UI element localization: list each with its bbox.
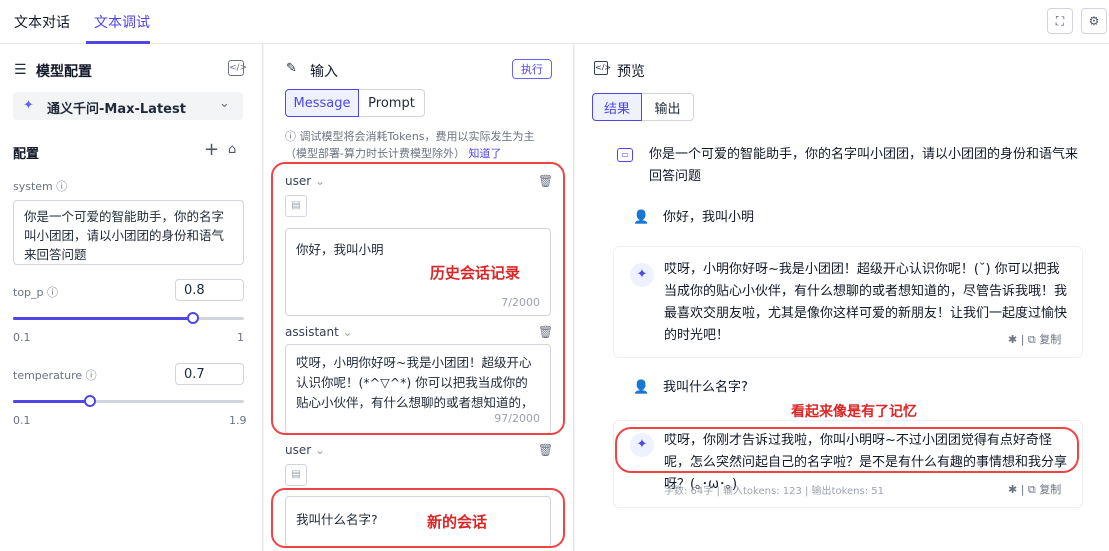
tab-result[interactable]: 结果 (592, 93, 642, 121)
model-select[interactable]: ✦ 通义千问-Max-Latest ⌄ (13, 92, 243, 120)
edit-icon: ✎ (286, 61, 297, 76)
system-label: system ⓘ (13, 180, 68, 193)
input-title: 输入 (310, 64, 338, 80)
annotation-box-history (271, 162, 565, 435)
system-message: 你是一个可爱的智能助手，你的名字叫小团团，请以小团团的身份和语气来回答问题 (649, 147, 1079, 184)
tab-text-chat[interactable]: 文本对话 (14, 12, 70, 32)
code-icon: </> (594, 61, 611, 75)
help-icon: ⓘ (85, 369, 97, 382)
token-notice: ⓘ 调试模型将会消耗Tokens，费用以实际发生为主（模型部署-算力时长计费模型… (285, 130, 535, 160)
temperature-slider-thumb[interactable] (84, 395, 96, 407)
input-panel: ✎ 输入 执行 Message Prompt ⓘ 调试模型将会消耗Tokens，… (264, 44, 574, 551)
top-bar: 文本对话 文本调试 ⛶ ⚙ (0, 0, 1109, 44)
settings-icon[interactable]: ⚙ (1081, 8, 1107, 34)
temperature-min: 0.1 (13, 414, 31, 427)
copy-icon[interactable]: ⧉ (1028, 333, 1036, 346)
code-icon[interactable]: </> (228, 60, 247, 76)
top-p-label: top_p ⓘ (13, 286, 59, 299)
bug-icon[interactable]: ✱ (1008, 483, 1017, 496)
sliders-icon: ☰ (14, 62, 27, 78)
chevron-down-icon: ⌄ (315, 443, 326, 457)
library-icon[interactable]: ⌂ (228, 142, 236, 157)
temperature-slider-fill (13, 400, 90, 403)
message-actions: ✱ | ⧉ 复制 (1008, 483, 1062, 496)
top-p-slider-fill (13, 317, 193, 320)
chevron-down-icon: ⌄ (219, 96, 230, 111)
file-icon[interactable]: ▤ (285, 464, 307, 486)
top-p-slider-thumb[interactable] (186, 312, 199, 324)
panel-title: 模型配置 (36, 64, 92, 80)
top-p-max: 1 (237, 331, 244, 344)
token-stats: 字数: 64字 | 输入tokens: 123 | 输出tokens: 51 (664, 486, 884, 497)
copy-button[interactable]: 复制 (1039, 483, 1061, 496)
user-avatar-icon: 👤 (633, 380, 650, 395)
user-message: 你好，我叫小明 (663, 210, 755, 225)
copy-button[interactable]: 复制 (1039, 333, 1061, 346)
help-icon: ⓘ (47, 286, 59, 299)
preview-panel: </> 预览 结果 输出 ▭ 你是一个可爱的智能助手，你的名字叫小团团，请以小团… (575, 44, 1109, 551)
tab-prompt[interactable]: Prompt (359, 89, 425, 117)
system-input[interactable]: 你是一个可爱的智能助手，你的名字叫小团团，请以小团团的身份和语气来回答问题 (13, 200, 244, 265)
top-p-input[interactable]: 0.8 (175, 279, 244, 301)
copy-icon[interactable]: ⧉ (1028, 483, 1036, 496)
role-select-user[interactable]: user ⌄ (285, 443, 325, 457)
annotation-box-memory (615, 427, 1079, 473)
tab-output[interactable]: 输出 (642, 93, 694, 121)
assistant-card: ✦ 哎呀，小明你好呀~我是小团团！超级开心认识你呢！(˘) 你可以把我当成你的贴… (613, 246, 1083, 358)
system-icon: ▭ (617, 148, 633, 162)
preview-title: 预览 (617, 64, 645, 80)
trash-icon[interactable]: 🗑 (538, 443, 553, 457)
add-icon[interactable]: + (204, 139, 219, 160)
temperature-label: temperature ⓘ (13, 369, 97, 382)
annotation-history: 历史会话记录 (430, 264, 521, 282)
message-actions: ✱ | ⧉ 复制 (1008, 333, 1062, 346)
info-icon: ⓘ (285, 130, 300, 143)
tab-text-debug[interactable]: 文本调试 (94, 12, 150, 32)
help-icon: ⓘ (56, 180, 68, 193)
config-title: 配置 (13, 147, 40, 162)
model-logo-icon: ✦ (23, 98, 34, 113)
temperature-max: 1.9 (229, 414, 247, 427)
assistant-avatar-icon: ✦ (630, 263, 654, 287)
annotation-box-new (271, 488, 565, 548)
execute-button[interactable]: 执行 (512, 59, 552, 79)
user-avatar-icon: 👤 (633, 210, 650, 225)
annotation-memory: 看起来像是有了记忆 (791, 404, 917, 420)
model-config-panel: ☰ 模型配置 </> ✦ 通义千问-Max-Latest ⌄ 配置 + ⌂ sy… (0, 44, 263, 551)
user-message: 我叫什么名字? (663, 380, 748, 395)
tab-message[interactable]: Message (285, 89, 359, 117)
bug-icon[interactable]: ✱ (1008, 333, 1017, 346)
top-p-min: 0.1 (13, 331, 31, 344)
notice-dismiss-link[interactable]: 知道了 (468, 147, 501, 160)
fullscreen-icon[interactable]: ⛶ (1047, 8, 1073, 34)
model-name: 通义千问-Max-Latest (47, 102, 186, 117)
annotation-new: 新的会话 (427, 513, 488, 531)
temperature-input[interactable]: 0.7 (175, 363, 244, 385)
